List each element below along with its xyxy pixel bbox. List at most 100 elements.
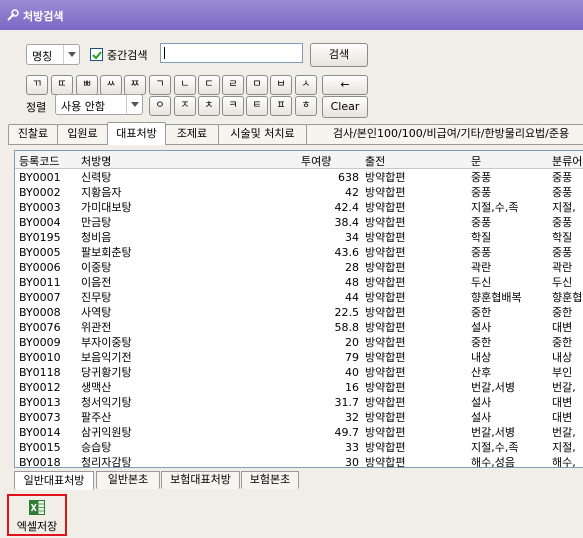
table-cell: 청리자감탕 bbox=[81, 456, 132, 468]
search-input[interactable] bbox=[160, 43, 303, 63]
table-cell: 16 bbox=[345, 381, 359, 394]
jamo-key-button[interactable]: ㅈ bbox=[174, 96, 196, 116]
table-row[interactable]: BY0008 사역탕 22.5 방약합편 중한 중한 bbox=[15, 305, 583, 320]
table-row[interactable]: BY0003 가미대보탕 42.4 방약합편 지절,수,족 지절, bbox=[15, 200, 583, 215]
table-row[interactable]: BY0013 청서익기탕 31.7 방약합편 설사 대변 bbox=[15, 395, 583, 410]
table-cell: 설사 bbox=[471, 411, 492, 424]
table-row[interactable]: BY0073 팔주산 32 방약합편 설사 대변 bbox=[15, 410, 583, 425]
backspace-button[interactable]: ← bbox=[322, 75, 368, 95]
table-cell: 79 bbox=[345, 351, 359, 364]
jamo-key-button[interactable]: ㄱ bbox=[149, 75, 171, 95]
table-cell: 곽란 bbox=[471, 261, 492, 274]
table-cell: 방약합편 bbox=[365, 306, 406, 319]
jamo-key-button[interactable]: ㄲ bbox=[26, 75, 48, 95]
table-row[interactable]: BY0007 진무탕 44 방약합편 향훈협배복 향훈협 bbox=[15, 290, 583, 305]
tab-4[interactable]: 시술및 처치료 bbox=[218, 124, 307, 144]
table-row[interactable]: BY0002 지황음자 42 방약합편 중풍 중풍 bbox=[15, 185, 583, 200]
jamo-key-button[interactable]: ㄹ bbox=[222, 75, 244, 95]
table-cell: 22.5 bbox=[334, 306, 360, 319]
table-cell: 방약합편 bbox=[365, 171, 406, 184]
table-cell: 번갈,서병 bbox=[471, 426, 515, 439]
table-cell: 보음익기전 bbox=[81, 351, 132, 364]
bottom-tab-3[interactable]: 보험본초 bbox=[241, 471, 299, 489]
table-cell: 진무탕 bbox=[81, 291, 112, 304]
tab-5[interactable]: 검사/본인100/100/비급여/기타/한방물리요법/준용 bbox=[306, 124, 583, 144]
jamo-key-button[interactable]: ㅌ bbox=[246, 96, 268, 116]
jamo-key-button[interactable]: ㅃ bbox=[76, 75, 98, 95]
col-header-code[interactable]: 등록코드 bbox=[19, 153, 59, 169]
excel-save-button[interactable]: 엑셀저장 bbox=[7, 494, 67, 536]
table-row[interactable]: BY0014 삼귀익원탕 49.7 방약합편 번갈,서병 번갈, bbox=[15, 425, 583, 440]
jamo-key-button[interactable]: ㅋ bbox=[222, 96, 244, 116]
table-row[interactable]: BY0018 청리자감탕 30 방약합편 해수,성음 해수, bbox=[15, 455, 583, 468]
col-header-name[interactable]: 처방명 bbox=[81, 153, 111, 169]
chevron-down-icon[interactable] bbox=[63, 45, 79, 64]
jamo-key-button[interactable]: ㅊ bbox=[198, 96, 220, 116]
table-row[interactable]: BY0012 생맥산 16 방약합편 번갈,서병 번갈, bbox=[15, 380, 583, 395]
table-cell: 방약합편 bbox=[365, 336, 406, 349]
col-header-source[interactable]: 출전 bbox=[365, 153, 385, 169]
table-cell: BY0011 bbox=[19, 276, 61, 289]
jamo-key-button[interactable]: ㄴ bbox=[174, 75, 196, 95]
table-row[interactable]: BY0006 이중탕 28 방약합편 곽란 곽란 bbox=[15, 260, 583, 275]
tab-3[interactable]: 조제료 bbox=[165, 124, 219, 144]
table-cell: 설사 bbox=[471, 321, 492, 334]
table-cell: 중풍 bbox=[552, 186, 573, 199]
table-row[interactable]: BY0076 위관전 58.8 방약합편 설사 대변 bbox=[15, 320, 583, 335]
bottom-tab-bar: 일반대표처방 일반본초 보험대표처방 보험본초 bbox=[14, 471, 583, 490]
table-row[interactable]: BY0118 당귀황기탕 40 방약합편 산후 부인 bbox=[15, 365, 583, 380]
jamo-key-button[interactable]: ㅁ bbox=[246, 75, 268, 95]
jamo-key-button[interactable]: ㅉ bbox=[124, 75, 146, 95]
sort-select[interactable]: 사용 안함 bbox=[55, 94, 143, 115]
bottom-tab-1[interactable]: 일반본초 bbox=[96, 471, 160, 489]
prescription-table[interactable]: 등록코드 처방명 투여량 출전 문 분류어 BY0001 신력탕 638 방약합편 중풍… bbox=[14, 150, 583, 468]
table-cell: 산후 bbox=[471, 366, 492, 379]
search-button[interactable]: 검색 bbox=[310, 43, 368, 67]
table-cell: 지절,수,족 bbox=[471, 201, 519, 214]
jamo-key-button[interactable]: ㅆ bbox=[100, 75, 122, 95]
table-cell: BY0073 bbox=[19, 411, 61, 424]
top-tab-bar: 진찰료 입원료 대표처방 조제료 시술및 처치료 검사/본인100/100/비급여/기타/… bbox=[8, 122, 583, 145]
table-cell: BY0076 bbox=[19, 321, 61, 334]
table-row[interactable]: BY0009 부자이중탕 20 방약합편 중한 중한 bbox=[15, 335, 583, 350]
table-cell: 48 bbox=[345, 276, 359, 289]
jamo-key-button[interactable]: ㅍ bbox=[270, 96, 292, 116]
table-row[interactable]: BY0195 청비음 34 방약합편 학질 학질 bbox=[15, 230, 583, 245]
table-row[interactable]: BY0001 신력탕 638 방약합편 중풍 중풍 bbox=[15, 170, 583, 185]
table-cell: 중한 bbox=[552, 306, 573, 319]
clear-button[interactable]: Clear bbox=[322, 96, 368, 118]
title-bar: 처방검색 bbox=[0, 0, 583, 30]
jamo-key-button[interactable]: ㅅ bbox=[295, 75, 317, 95]
table-row[interactable]: BY0004 만금탕 38.4 방약합편 중풍 중풍 bbox=[15, 215, 583, 230]
table-cell: 승습탕 bbox=[81, 441, 112, 454]
table-cell: 대변 bbox=[552, 396, 573, 409]
table-cell: 방약합편 bbox=[365, 216, 406, 229]
table-row[interactable]: BY0015 승습탕 33 방약합편 지절,수,족 지절, bbox=[15, 440, 583, 455]
jamo-key-button[interactable]: ㄸ bbox=[51, 75, 73, 95]
table-row[interactable]: BY0011 이음전 48 방약합편 두신 두신 bbox=[15, 275, 583, 290]
jamo-key-button[interactable]: ㅇ bbox=[149, 96, 171, 116]
chevron-down-icon[interactable] bbox=[126, 95, 142, 114]
table-row[interactable]: BY0010 보음익기전 79 방약합편 내상 내상 bbox=[15, 350, 583, 365]
col-header-class[interactable]: 분류어 bbox=[552, 153, 582, 169]
jamo-key-button[interactable]: ㅂ bbox=[270, 75, 292, 95]
tab-2[interactable]: 대표처방 bbox=[107, 122, 166, 145]
search-field-select[interactable]: 명칭 bbox=[26, 44, 80, 65]
col-header-category[interactable]: 문 bbox=[471, 153, 481, 169]
jamo-key-button[interactable]: ㅎ bbox=[295, 96, 317, 116]
tab-0[interactable]: 진찰료 bbox=[8, 124, 58, 144]
jamo-key-button[interactable]: ㄷ bbox=[198, 75, 220, 95]
table-cell: BY0013 bbox=[19, 396, 61, 409]
bottom-tab-2[interactable]: 보험대표처방 bbox=[161, 471, 240, 489]
col-header-dose[interactable]: 투여량 bbox=[301, 153, 331, 169]
tab-1[interactable]: 입원료 bbox=[57, 124, 108, 144]
table-cell: 내상 bbox=[552, 351, 573, 364]
table-cell: BY0014 bbox=[19, 426, 61, 439]
table-cell: 부인 bbox=[552, 366, 573, 379]
table-cell: BY0001 bbox=[19, 171, 61, 184]
bottom-tab-0[interactable]: 일반대표처방 bbox=[14, 471, 94, 490]
middle-search-checkbox[interactable] bbox=[90, 48, 103, 61]
table-cell: BY0002 bbox=[19, 186, 61, 199]
table-cell: 42.4 bbox=[334, 201, 360, 214]
table-row[interactable]: BY0005 팔보회춘탕 43.6 방약합편 중풍 중풍 bbox=[15, 245, 583, 260]
